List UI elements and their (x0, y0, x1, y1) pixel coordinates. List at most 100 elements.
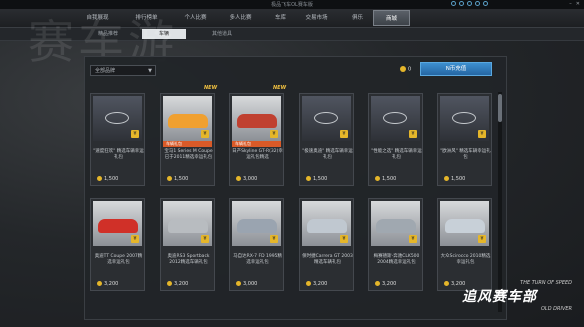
item-description: 日产Skyline GT-R(32)幸运礼包精选 (232, 149, 283, 160)
item-image: ¥ (302, 96, 351, 141)
item-price: 3,200 (97, 281, 118, 287)
coin-icon (444, 176, 449, 181)
item-image: ¥ (440, 96, 489, 141)
filter-value: 全部品牌 (95, 68, 116, 74)
shop-item-card[interactable]: ¥ 奥迪TT Coupe 2007精选幸运礼包 3,200 (90, 198, 145, 291)
new-badge: NEW (273, 85, 287, 91)
shop-item-card[interactable]: ¥ 保时捷Carrera GT 2003精选车辆礼包 3,200 (299, 198, 354, 291)
item-image: ¥ (232, 201, 281, 246)
shop-item-card[interactable]: ¥ 车辆礼包宝马1 Series M Coupe已于2011精选幸运礼包 1,500 (160, 93, 215, 186)
window-controls: – ✕ (569, 1, 580, 7)
circle-icon[interactable] (483, 1, 488, 6)
item-image: ¥ (440, 201, 489, 246)
item-price-value: 1,500 (104, 176, 119, 182)
item-image: ¥ (302, 201, 351, 246)
tab-market[interactable]: 交易市场 (298, 12, 335, 24)
coin-icon (167, 176, 172, 181)
item-image: ¥ (371, 96, 420, 141)
coin-balance: 0 (400, 66, 411, 73)
recharge-button[interactable]: N币充值 (420, 62, 492, 76)
circle-icon[interactable] (467, 1, 472, 6)
shop-item-card[interactable]: ¥ 梅赛德斯-奔驰CLK500 2004精选幸运礼包 3,200 (368, 198, 423, 291)
tab-garage[interactable]: 车库 (262, 12, 299, 24)
shop-item-card[interactable]: ¥ "欧洲风" 精选车辆幸运礼包 1,500 (437, 93, 492, 186)
brand-logo-icon (383, 112, 407, 124)
coin-icon (375, 176, 380, 181)
coin-icon (236, 281, 241, 286)
game-logo: THE TURN OF SPEED 追风赛车部 OLD DRIVER (462, 280, 572, 312)
item-price-value: 3,200 (313, 281, 328, 287)
subtab-items[interactable]: 其他道具 (200, 29, 244, 39)
coin-icon (97, 281, 102, 286)
item-image: ¥ (163, 96, 212, 141)
gift-badge-icon: ¥ (340, 235, 348, 243)
item-tag-bar: 车辆礼包 (163, 141, 212, 147)
shop-item-card[interactable]: ¥ "速度狂欢" 精选车辆幸运礼包 1,500 (90, 93, 145, 186)
circle-icon[interactable] (451, 1, 456, 6)
item-price-value: 3,200 (104, 281, 119, 287)
chevron-down-icon: ▼ (148, 68, 152, 74)
item-image: ¥ (371, 201, 420, 246)
item-price-value: 1,500 (451, 176, 466, 182)
item-price-value: 3,000 (243, 281, 258, 287)
item-image: ¥ (93, 201, 142, 246)
item-price-value: 3,200 (382, 281, 397, 287)
shop-item-card[interactable]: ¥ "极速奥迪" 精选车辆幸运礼包 1,500 (299, 93, 354, 186)
coin-icon (167, 281, 172, 286)
circle-icon[interactable] (459, 1, 464, 6)
item-price: 3,000 (236, 176, 257, 182)
brand-logo-icon (314, 112, 338, 124)
gift-badge-icon: ¥ (131, 130, 139, 138)
coin-icon (375, 281, 380, 286)
item-price: 1,500 (97, 176, 118, 182)
tab-mall[interactable]: 商城 (373, 10, 410, 26)
coin-icon (306, 176, 311, 181)
item-price-value: 3,200 (174, 281, 189, 287)
tab-multi-race[interactable]: 多人比赛 (222, 12, 259, 24)
gift-badge-icon: ¥ (201, 235, 209, 243)
minimize-icon[interactable]: – (569, 1, 572, 7)
item-description: 宝马1 Series M Coupe已于2011精选幸运礼包 (164, 149, 213, 160)
coin-icon (236, 176, 241, 181)
car-icon (376, 219, 416, 233)
item-description: 奥迪RS3 Sportback 2012精选车辆礼包 (167, 254, 210, 265)
item-price: 3,000 (236, 281, 257, 287)
shop-item-card[interactable]: ¥ 马自达RX-7 FD 1995精选幸运礼包 3,000 (229, 198, 284, 291)
gift-badge-icon: ¥ (131, 235, 139, 243)
shop-item-card[interactable]: ¥ 大众Scirocco 2010精选幸运礼包 3,200 (437, 198, 492, 291)
item-price: 3,200 (306, 281, 327, 287)
coin-icon (97, 176, 102, 181)
close-icon[interactable]: ✕ (576, 1, 580, 7)
scrollbar[interactable] (498, 92, 502, 312)
gift-badge-icon: ¥ (478, 235, 486, 243)
item-price: 1,500 (444, 176, 465, 182)
item-description: 保时捷Carrera GT 2003精选车辆礼包 (302, 254, 353, 265)
brand-filter-select[interactable]: 全部品牌 ▼ (90, 65, 156, 76)
gift-badge-icon: ¥ (270, 235, 278, 243)
scrollbar-thumb[interactable] (498, 94, 502, 122)
item-price: 3,200 (167, 281, 188, 287)
brand-logo-icon (105, 112, 129, 124)
gift-badge-icon: ¥ (340, 130, 348, 138)
item-description: 梅赛德斯-奔驰CLK500 2004精选幸运礼包 (373, 254, 420, 265)
coin-icon (306, 281, 311, 286)
logo-bottom-text: OLD DRIVER (540, 306, 572, 312)
shop-item-card[interactable]: ¥ 车辆礼包 日产Skyline GT-R(32)幸运礼包精选 3,000 (229, 93, 284, 186)
item-description: "速度狂欢" 精选车辆幸运礼包 (93, 149, 144, 160)
tab-club[interactable]: 俱乐 (339, 12, 376, 24)
car-icon (237, 114, 277, 128)
circle-icon[interactable] (475, 1, 480, 6)
coin-balance-value: 0 (408, 66, 412, 73)
shop-item-card[interactable]: ¥ "性能之选" 精选车辆幸运礼包 1,500 (368, 93, 423, 186)
car-icon (237, 219, 277, 233)
gift-badge-icon: ¥ (270, 130, 278, 138)
item-price: 1,500 (306, 176, 327, 182)
item-image: ¥ (232, 96, 281, 141)
car-icon (445, 219, 485, 233)
item-price: 1,500 (167, 176, 188, 182)
shop-item-card[interactable]: ¥ 奥迪RS3 Sportback 2012精选车辆礼包 3,200 (160, 198, 215, 291)
item-price-value: 1,500 (382, 176, 397, 182)
tab-single-race[interactable]: 个人比赛 (177, 12, 214, 24)
title-bar-icons (451, 1, 488, 6)
car-icon (98, 219, 138, 233)
